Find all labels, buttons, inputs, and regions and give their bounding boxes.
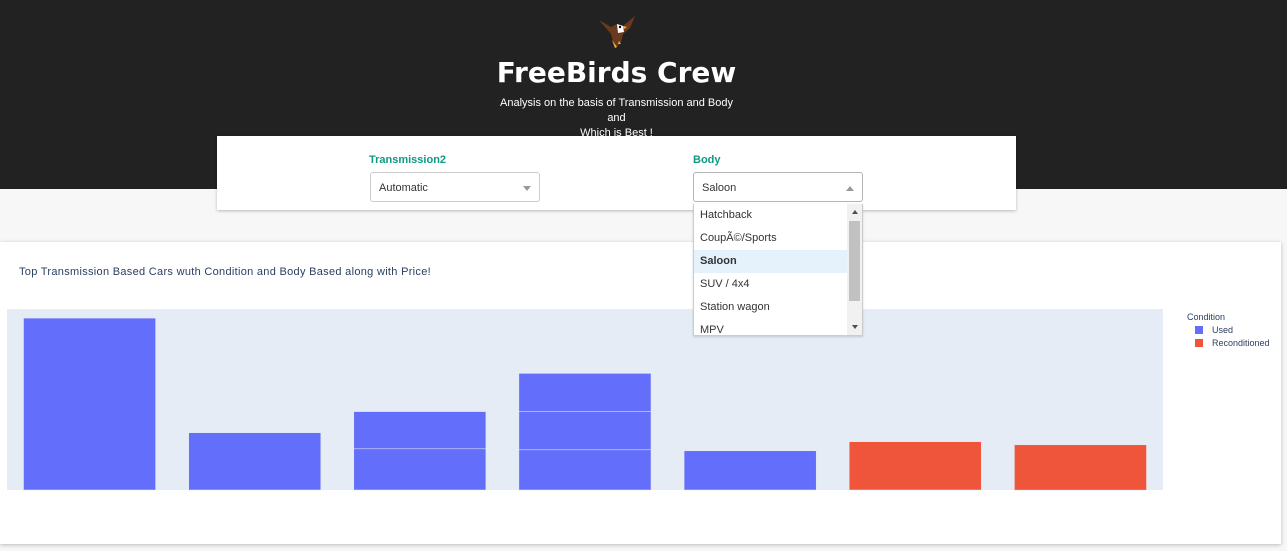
bar-chart: Condition Used Reconditioned — [7, 309, 1270, 491]
legend-label-reconditioned[interactable]: Reconditioned — [1212, 338, 1270, 348]
body-option[interactable]: CoupÃ©/Sports — [694, 227, 847, 250]
transmission-selected-value: Automatic — [379, 182, 428, 194]
bar-3-segment-1[interactable] — [353, 448, 487, 491]
chevron-down-icon[interactable] — [523, 186, 531, 191]
filter-panel: Transmission2 Automatic Body Saloon — [217, 136, 1016, 210]
legend-swatch-used[interactable] — [1195, 326, 1203, 334]
bar-7-segment-1[interactable] — [1014, 444, 1147, 491]
bar-3-segment-2[interactable] — [353, 411, 487, 450]
app-title: FreeBirds Crew — [496, 56, 737, 89]
body-option[interactable]: SUV / 4x4 — [694, 273, 847, 296]
chart-card: Top Transmission Based Cars wuth Conditi… — [0, 242, 1281, 544]
eagle-icon — [599, 16, 635, 48]
bar-4-segment-2[interactable] — [518, 411, 652, 451]
scrollbar-thumb[interactable] — [849, 221, 860, 301]
dropdown-scrollbar[interactable] — [847, 204, 862, 335]
body-dropdown[interactable]: Saloon — [693, 172, 863, 202]
subtitle-line-1: Analysis on the basis of Transmission an… — [500, 97, 733, 124]
bar-6-segment-1[interactable] — [848, 441, 982, 491]
legend-swatch-reconditioned[interactable] — [1195, 339, 1203, 347]
scroll-up-icon[interactable] — [852, 210, 858, 214]
body-option[interactable]: MPV — [694, 319, 847, 335]
body-label: Body — [693, 154, 721, 166]
body-option-selected[interactable]: Saloon — [694, 250, 847, 273]
bar-4-segment-3[interactable] — [518, 373, 652, 412]
transmission-label: Transmission2 — [369, 154, 447, 166]
bar-4-segment-1[interactable] — [518, 449, 652, 491]
bar-1-segment-1[interactable] — [23, 317, 156, 491]
legend-title: Condition — [1187, 312, 1225, 322]
transmission-dropdown[interactable]: Automatic — [370, 172, 540, 202]
body-selected-value: Saloon — [702, 182, 737, 194]
scroll-down-icon[interactable] — [852, 325, 858, 329]
bar-5-segment-1[interactable] — [683, 450, 817, 491]
bar-2-segment-1[interactable] — [188, 432, 322, 491]
body-dropdown-menu: Hatchback CoupÃ©/Sports Saloon SUV / 4x4… — [693, 204, 863, 336]
app-subtitle: Analysis on the basis of Transmission an… — [490, 96, 743, 141]
body-option[interactable]: Hatchback — [694, 204, 847, 227]
body-option[interactable]: Station wagon — [694, 296, 847, 319]
chevron-up-icon[interactable] — [846, 186, 854, 191]
legend-label-used[interactable]: Used — [1212, 325, 1233, 335]
